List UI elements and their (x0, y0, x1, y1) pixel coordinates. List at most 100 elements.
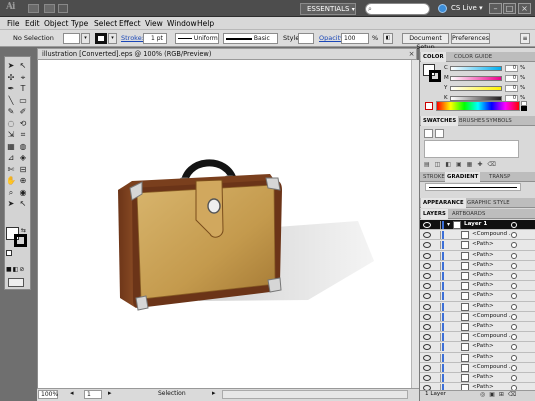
black-swatch-icon[interactable] (521, 106, 527, 111)
menu-select[interactable]: Select (94, 17, 117, 30)
recolor-artwork-icon[interactable]: ◧ (383, 33, 393, 44)
free-transform-tool-icon[interactable]: ▦ (6, 142, 16, 151)
swatches-area[interactable] (424, 140, 519, 158)
layer-row[interactable]: <Path> (420, 342, 535, 353)
expand-layer-icon[interactable]: ▾ (447, 221, 450, 228)
fill-dropdown-arrow[interactable]: ▾ (81, 33, 90, 44)
horizontal-scrollbar[interactable] (222, 390, 408, 399)
visibility-eye-icon[interactable] (423, 344, 431, 351)
lock-toggle[interactable] (433, 363, 441, 372)
lock-toggle[interactable] (433, 292, 441, 301)
layer-row[interactable]: <Compound ... (420, 230, 535, 241)
layer-row[interactable]: ▾ Layer 1 (420, 220, 535, 231)
tab-color[interactable]: COLOR (421, 52, 446, 62)
mesh-tool-icon[interactable]: ◈ (18, 153, 28, 162)
target-circle-icon[interactable] (511, 334, 517, 341)
scale-tool-icon[interactable]: ⇲ (6, 130, 16, 139)
visibility-eye-icon[interactable] (423, 252, 431, 259)
visibility-eye-icon[interactable] (423, 283, 431, 290)
gradient-preview[interactable] (425, 183, 521, 191)
brush-definition-select[interactable]: Basic (223, 33, 278, 44)
channel-slider-y[interactable] (450, 86, 502, 91)
lock-toggle[interactable] (433, 302, 441, 311)
swatch-none[interactable] (424, 129, 433, 138)
gradient-tool-icon[interactable]: ✄ (6, 165, 16, 174)
layer-row[interactable]: <Path> (420, 322, 535, 333)
minimize-button[interactable]: – (489, 3, 502, 14)
line-tool-icon[interactable]: ╲ (6, 96, 16, 105)
none-color-icon[interactable] (425, 102, 433, 110)
visibility-eye-icon[interactable] (423, 232, 431, 239)
rectangle-tool-icon[interactable]: ▭ (18, 96, 28, 105)
visibility-eye-icon[interactable] (423, 313, 431, 320)
workspace-switcher[interactable]: ESSENTIALS ▾ (300, 3, 356, 15)
menu-file[interactable]: File (7, 17, 20, 30)
layer-row[interactable]: <Path> (420, 352, 535, 363)
direct-selection-tool-icon[interactable]: ↖ (18, 61, 28, 70)
target-circle-icon[interactable] (511, 222, 517, 228)
visibility-eye-icon[interactable] (423, 222, 431, 228)
status-menu-arrow[interactable]: ▸ (212, 389, 216, 397)
stroke-color-swatch[interactable] (95, 33, 107, 44)
layer-row[interactable]: <Path> (420, 373, 535, 384)
channel-value-y[interactable]: 0 (505, 85, 518, 92)
variable-width-profile-select[interactable]: Uniform (175, 33, 219, 44)
tab-graphic-styles[interactable]: GRAPHIC STYLE (465, 198, 512, 208)
tab-appearance[interactable]: APPEARANCE (421, 198, 466, 208)
symbol-sprayer-tool-icon[interactable]: ◍ (18, 142, 28, 151)
tab-swatches[interactable]: SWATCHES (421, 116, 459, 126)
document-setup-button[interactable]: Document Setup (402, 33, 449, 51)
target-circle-icon[interactable] (511, 252, 517, 259)
maximize-button[interactable]: □ (503, 3, 516, 14)
scissors-tool-icon[interactable]: ➤ (6, 199, 16, 208)
channel-slider-c[interactable] (450, 66, 502, 71)
channel-value-c[interactable]: 0 (505, 65, 518, 72)
width-tool-icon[interactable]: ⌗ (18, 130, 28, 139)
zoom-level-field[interactable]: 100% (38, 390, 58, 399)
live-paint-tool-icon[interactable]: ⊕ (18, 176, 28, 185)
artboard-number-field[interactable]: 1 (84, 390, 102, 399)
lock-toggle[interactable] (433, 282, 441, 291)
magic-wand-tool-icon[interactable]: ✣ (6, 73, 16, 82)
layer-row[interactable]: <Path> (420, 271, 535, 282)
close-window-button[interactable]: × (518, 3, 531, 14)
target-circle-icon[interactable] (511, 313, 517, 320)
layer-row[interactable]: <Path> (420, 240, 535, 251)
artboard-canvas[interactable] (37, 60, 411, 388)
visibility-eye-icon[interactable] (423, 262, 431, 269)
target-circle-icon[interactable] (511, 262, 517, 269)
lock-toggle[interactable] (433, 312, 441, 321)
opacity-field[interactable]: 100 (341, 33, 369, 44)
color-mode-icons[interactable]: ■◧⊘ (6, 266, 28, 274)
fill-color-swatch[interactable] (63, 33, 80, 44)
stroke-color-box[interactable] (14, 234, 27, 247)
drawing-mode-icon[interactable] (8, 278, 24, 287)
lock-toggle[interactable] (433, 251, 441, 260)
layer-row[interactable]: <Path> (420, 291, 535, 302)
lasso-tool-icon[interactable]: ⌖ (18, 73, 28, 82)
target-circle-icon[interactable] (511, 273, 517, 279)
pencil-tool-icon[interactable]: ✐ (18, 107, 28, 116)
layer-row[interactable]: <Compound ... (420, 362, 535, 373)
control-panel-menu-icon[interactable]: ≡ (520, 33, 530, 44)
blob-brush-tool-icon[interactable]: ◌ (6, 119, 16, 128)
target-circle-icon[interactable] (511, 375, 517, 381)
stroke-label[interactable]: Stroke: (121, 30, 144, 47)
target-circle-icon[interactable] (511, 344, 517, 351)
visibility-eye-icon[interactable] (423, 354, 431, 361)
target-circle-icon[interactable] (511, 232, 517, 239)
layer-row[interactable]: <Compound ... (420, 332, 535, 343)
layers-panel-buttons[interactable]: ◎▣⊞⌫ (480, 391, 520, 398)
layer-row[interactable]: <Path> (420, 260, 535, 271)
target-circle-icon[interactable] (511, 293, 517, 300)
artboard-navigation-next[interactable]: ▸ (108, 389, 112, 397)
vertical-scrollbar[interactable] (411, 60, 419, 388)
artboard-navigation-prev[interactable]: ◂ (70, 389, 74, 397)
layer-row[interactable]: <Compound ... (420, 311, 535, 322)
target-circle-icon[interactable] (511, 324, 517, 330)
target-circle-icon[interactable] (511, 354, 517, 361)
visibility-eye-icon[interactable] (423, 303, 431, 310)
target-circle-icon[interactable] (511, 364, 517, 371)
stroke-dropdown-arrow[interactable]: ▾ (108, 33, 117, 44)
lock-toggle[interactable] (433, 221, 441, 229)
